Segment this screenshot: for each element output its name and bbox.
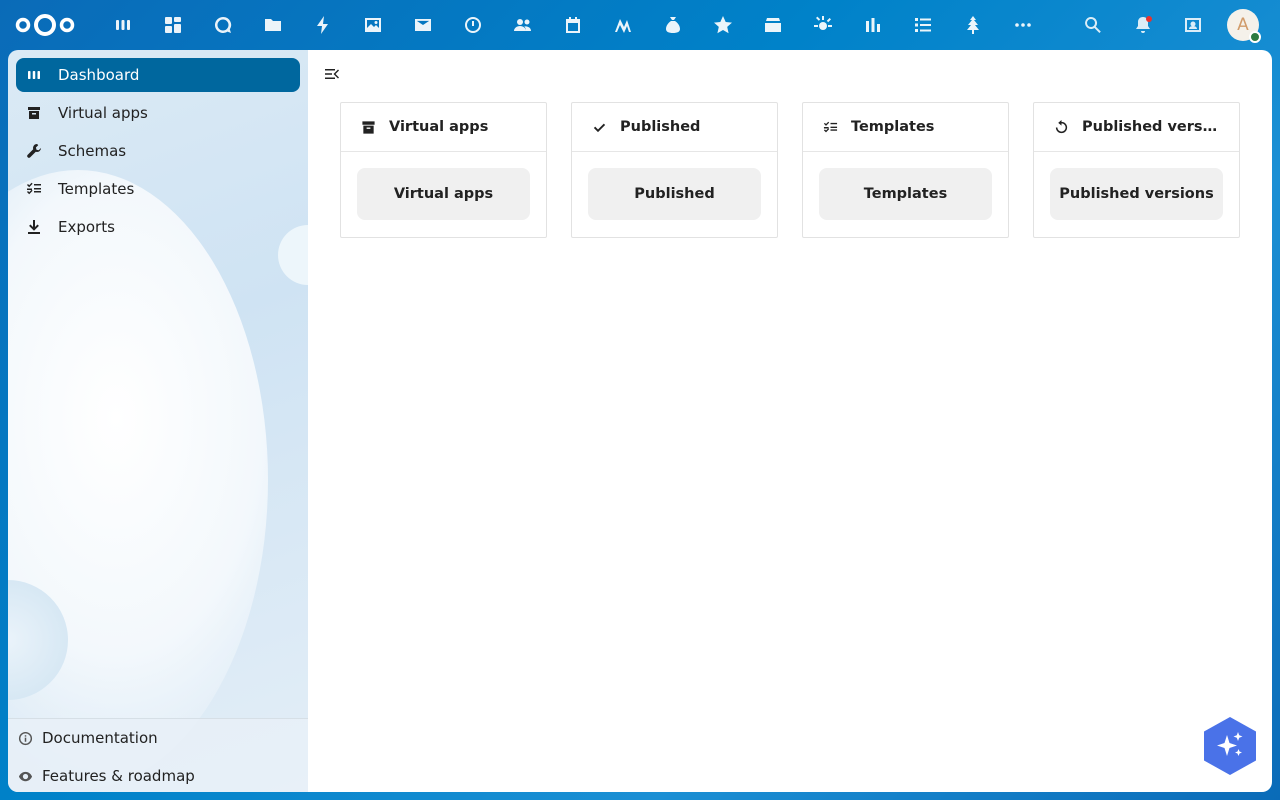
archive-icon [361, 119, 377, 135]
widget-title: Templates [851, 119, 935, 135]
wrench-icon [26, 143, 42, 159]
contacts-icon[interactable] [498, 0, 548, 50]
widget-published: Published Published [571, 102, 778, 238]
widget-header: Templates [803, 103, 1008, 152]
background-shape [8, 170, 268, 790]
main-content: Virtual apps Virtual apps Published Publ… [308, 50, 1272, 792]
widget-header: Published [572, 103, 777, 152]
deck-icon[interactable] [748, 0, 798, 50]
notification-dot [1146, 16, 1152, 22]
header-right: A [1068, 0, 1280, 50]
sidebar: Dashboard Virtual apps Schemas Templates… [8, 50, 308, 792]
checklist-icon [823, 119, 839, 135]
sidebar-nav: Dashboard Virtual apps Schemas Templates… [16, 58, 300, 248]
star-icon[interactable] [698, 0, 748, 50]
virtual-apps-button[interactable]: Virtual apps [357, 168, 530, 220]
clock-icon[interactable] [448, 0, 498, 50]
sidebar-item-label: Dashboard [58, 66, 140, 84]
activity-icon[interactable] [298, 0, 348, 50]
widget-published-versions: Published versions Published versions [1033, 102, 1240, 238]
calendar-icon[interactable] [548, 0, 598, 50]
history-icon [1054, 119, 1070, 135]
app-menu [98, 0, 1048, 50]
search-icon[interactable] [1068, 0, 1118, 50]
dashboard-widgets: Virtual apps Virtual apps Published Publ… [340, 102, 1240, 238]
widget-templates: Templates Templates [802, 102, 1009, 238]
online-status [1249, 31, 1261, 43]
sparkles-icon [1204, 717, 1256, 775]
avatar-initial: A [1237, 15, 1249, 35]
widget-title: Published [620, 119, 701, 135]
mail-icon[interactable] [398, 0, 448, 50]
eye-icon [18, 768, 34, 784]
tasks-icon[interactable] [898, 0, 948, 50]
sidebar-item-templates[interactable]: Templates [16, 172, 300, 206]
sun-icon[interactable] [798, 0, 848, 50]
tree-icon[interactable] [948, 0, 998, 50]
avatar[interactable]: A [1227, 9, 1261, 43]
more-icon[interactable] [998, 0, 1048, 50]
sidebar-footer: Documentation Features & roadmap [8, 718, 308, 792]
photos-icon[interactable] [348, 0, 398, 50]
check-icon [592, 119, 608, 135]
sidebar-item-schemas[interactable]: Schemas [16, 134, 300, 168]
top-header: A [0, 0, 1280, 50]
analytics-icon[interactable] [848, 0, 898, 50]
notifications-icon[interactable] [1118, 0, 1168, 50]
sidebar-item-label: Schemas [58, 142, 127, 160]
assistant-button[interactable] [1203, 716, 1257, 776]
dashboard-icon [26, 67, 42, 83]
nextcloud-logo[interactable] [14, 12, 76, 38]
widget-title: Published versions [1082, 119, 1237, 135]
widget-title: Virtual apps [389, 119, 489, 135]
footer-item-label: Features & roadmap [42, 767, 195, 785]
widget-virtual-apps: Virtual apps Virtual apps [340, 102, 547, 238]
features-roadmap-link[interactable]: Features & roadmap [8, 757, 308, 792]
widget-header: Virtual apps [341, 103, 546, 152]
sidebar-item-virtual-apps[interactable]: Virtual apps [16, 96, 300, 130]
sidebar-item-label: Virtual apps [58, 104, 148, 122]
archive-icon [26, 105, 42, 121]
published-versions-button[interactable]: Published versions [1050, 168, 1223, 220]
footer-item-label: Documentation [42, 729, 158, 747]
contacts-menu-icon[interactable] [1168, 0, 1218, 50]
talk-icon[interactable] [198, 0, 248, 50]
money-bag-icon[interactable] [648, 0, 698, 50]
notes-icon[interactable] [598, 0, 648, 50]
menu-collapse-icon [325, 69, 339, 79]
checklist-icon [26, 181, 42, 197]
published-button[interactable]: Published [588, 168, 761, 220]
sidebar-item-label: Exports [58, 218, 115, 236]
sidebar-toggle-button[interactable] [324, 66, 342, 84]
sidebar-item-exports[interactable]: Exports [16, 210, 300, 244]
documentation-link[interactable]: Documentation [8, 719, 308, 757]
apps-grid-icon[interactable] [148, 0, 198, 50]
sidebar-item-dashboard[interactable]: Dashboard [16, 58, 300, 92]
info-icon [18, 730, 34, 746]
templates-button[interactable]: Templates [819, 168, 992, 220]
download-icon [26, 219, 42, 235]
files-icon[interactable] [248, 0, 298, 50]
sidebar-item-label: Templates [58, 180, 135, 198]
widget-header: Published versions [1034, 103, 1239, 152]
dashboard-icon[interactable] [98, 0, 148, 50]
